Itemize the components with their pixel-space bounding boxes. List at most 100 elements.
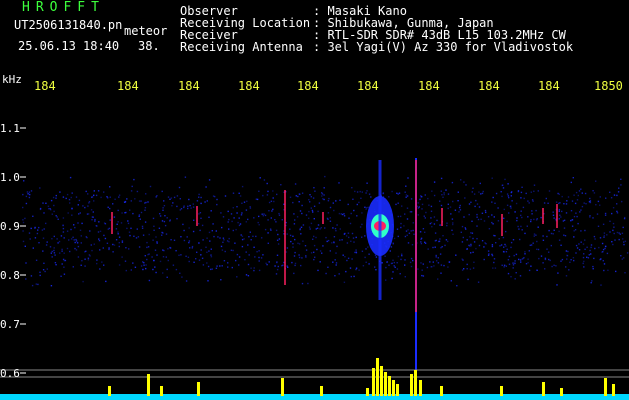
noise-speck [136, 190, 139, 193]
noise-speck [132, 262, 134, 264]
noise-speck [208, 179, 211, 181]
noise-speck [298, 201, 300, 203]
noise-speck [618, 187, 620, 189]
noise-speck [409, 211, 412, 213]
noise-speck [192, 206, 195, 208]
noise-speck [245, 209, 248, 211]
noise-speck [563, 234, 565, 236]
noise-speck [62, 227, 65, 230]
noise-speck [264, 214, 267, 217]
noise-speck [130, 227, 132, 229]
noise-speck [424, 194, 426, 196]
noise-speck [198, 259, 201, 261]
noise-speck [573, 230, 575, 232]
noise-speck [451, 181, 454, 184]
noise-speck [389, 250, 391, 252]
noise-speck [301, 212, 303, 215]
noise-speck [126, 227, 128, 230]
noise-speck [391, 190, 393, 193]
noise-speck [32, 247, 34, 249]
noise-speck [531, 199, 534, 201]
noise-speck [332, 227, 334, 229]
noise-speck [93, 190, 95, 192]
noise-speck [407, 177, 409, 179]
noise-speck [238, 224, 241, 227]
noise-speck [573, 259, 575, 262]
noise-speck [48, 208, 50, 210]
noise-speck [223, 260, 226, 262]
noise-speck [322, 245, 324, 247]
noise-speck [200, 202, 202, 205]
noise-speck [467, 278, 469, 281]
noise-speck [34, 237, 37, 239]
noise-speck [350, 240, 352, 242]
noise-speck [514, 278, 516, 280]
noise-speck [71, 238, 73, 240]
noise-speck [25, 278, 27, 280]
noise-speck [66, 230, 69, 232]
noise-speck [590, 253, 592, 255]
noise-speck [478, 244, 481, 247]
noise-speck [571, 219, 573, 221]
noise-speck [53, 249, 55, 252]
noise-speck [492, 267, 494, 269]
noise-speck [221, 226, 223, 229]
noise-speck [447, 240, 449, 243]
noise-speck [548, 229, 550, 232]
noise-speck [120, 222, 123, 224]
noise-speck [422, 228, 425, 230]
noise-speck [599, 204, 601, 206]
noise-speck [508, 196, 510, 199]
noise-speck [452, 222, 454, 224]
noise-speck [121, 256, 123, 258]
noise-speck [183, 229, 185, 232]
noise-speck [112, 251, 114, 253]
noise-speck [31, 284, 34, 287]
noise-speck [488, 228, 491, 230]
noise-speck [28, 196, 31, 199]
noise-speck [37, 229, 39, 231]
noise-speck [38, 242, 40, 244]
noise-speck [493, 258, 496, 260]
noise-speck [462, 236, 464, 239]
noise-speck [212, 223, 214, 225]
noise-speck [533, 184, 536, 186]
noise-speck [223, 239, 225, 241]
noise-speck [469, 245, 471, 247]
noise-speck [256, 198, 259, 201]
noise-speck [313, 187, 315, 189]
noise-speck [72, 236, 74, 238]
noise-speck [258, 190, 260, 192]
noise-speck [60, 275, 62, 277]
noise-speck [280, 184, 282, 186]
noise-speck [219, 237, 221, 239]
noise-speck [228, 228, 230, 230]
noise-speck [521, 229, 523, 231]
noise-speck [566, 255, 569, 257]
noise-speck [286, 265, 288, 267]
noise-speck [320, 227, 322, 229]
noise-speck [567, 196, 570, 198]
noise-speck [355, 236, 357, 239]
noise-speck [247, 275, 250, 277]
noise-speck [624, 272, 626, 274]
noise-speck [565, 266, 567, 268]
noise-speck [309, 201, 311, 203]
noise-speck [99, 268, 101, 270]
freq-tick-label: 1.0 [0, 171, 20, 184]
noise-speck [145, 267, 147, 270]
noise-speck [604, 214, 607, 216]
noise-speck [156, 242, 158, 244]
noise-speck [159, 260, 162, 263]
noise-speck [563, 227, 566, 229]
noise-speck [471, 191, 473, 193]
noise-speck [511, 191, 513, 193]
noise-speck [269, 228, 272, 230]
noise-speck [432, 261, 434, 263]
noise-speck [302, 240, 304, 242]
noise-speck [326, 217, 329, 220]
noise-speck [207, 280, 209, 282]
noise-speck [65, 197, 67, 200]
noise-speck [208, 231, 211, 234]
noise-speck [183, 239, 186, 242]
